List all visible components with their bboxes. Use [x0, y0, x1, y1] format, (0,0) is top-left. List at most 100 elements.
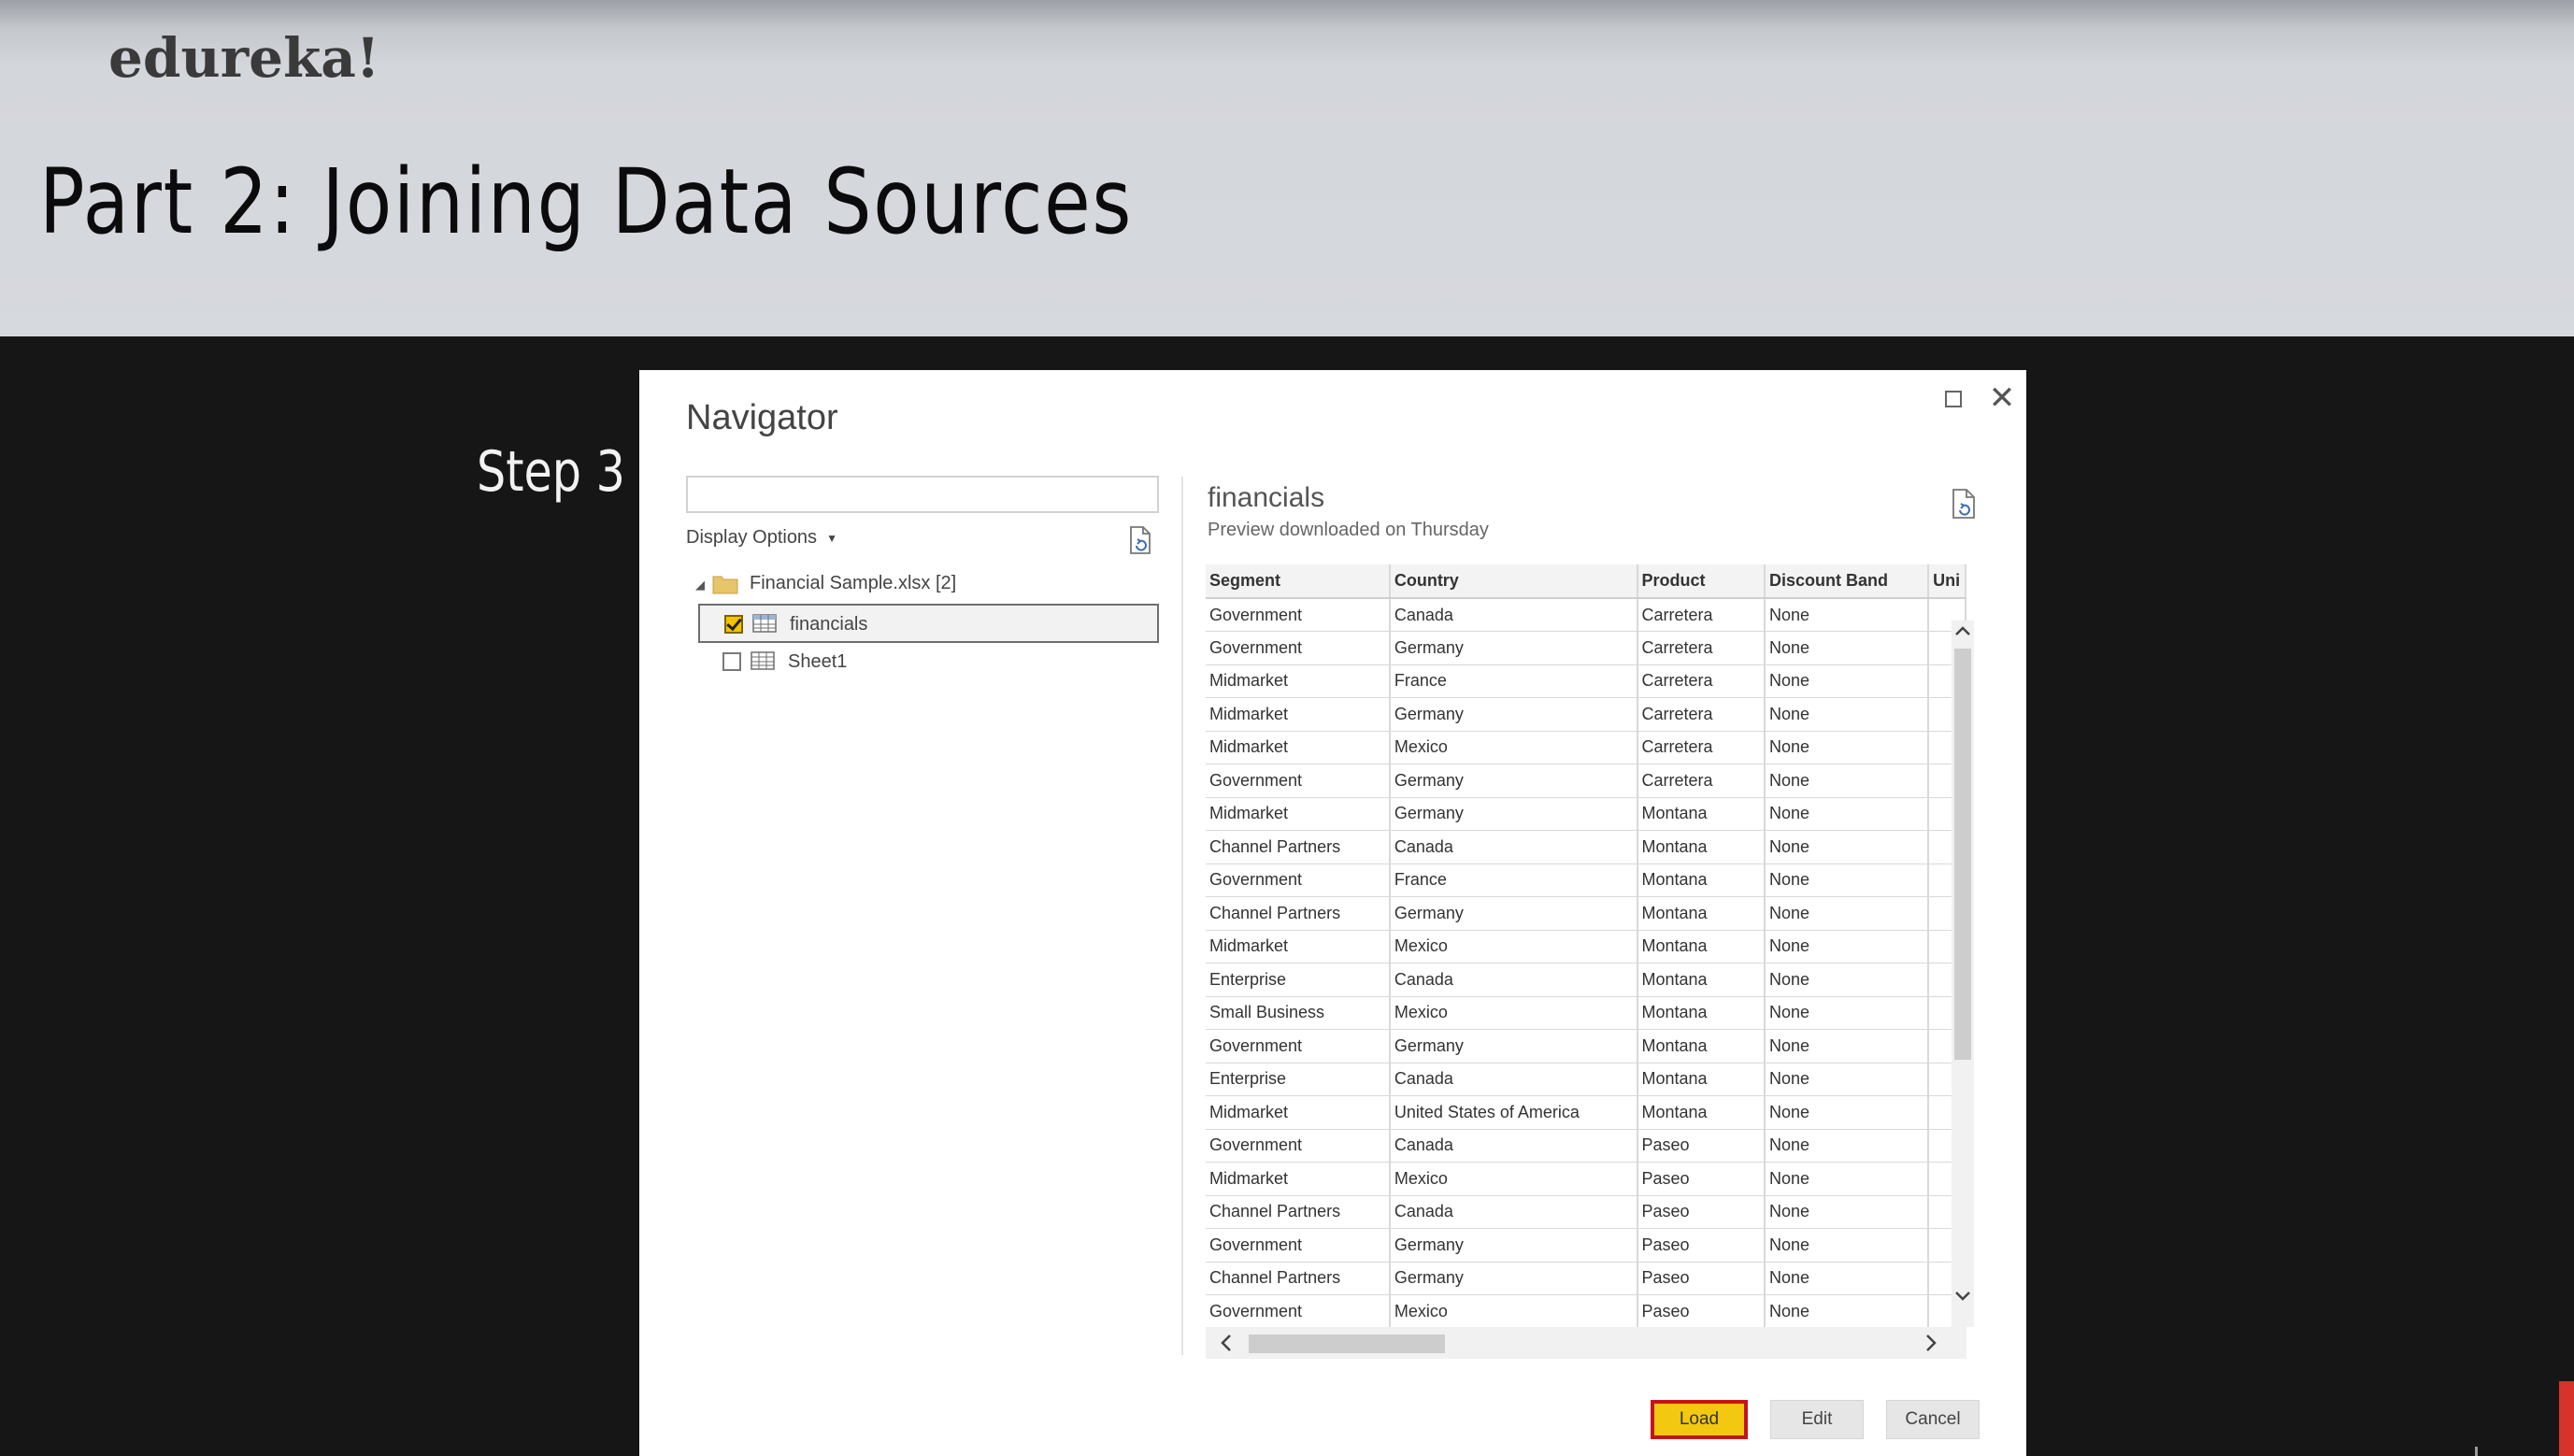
table-cell: None	[1765, 896, 1930, 931]
table-cell: Montana	[1637, 864, 1766, 897]
table-cell: Germany	[1389, 697, 1638, 732]
vertical-scrollbar[interactable]	[1952, 621, 1974, 1327]
slide-header: edureka! Part 2: Joining Data Sources	[0, 0, 2574, 336]
table-row: Government Germany Carretera None	[1206, 764, 1966, 798]
table-row: Channel Partners Canada Paseo None	[1206, 1195, 1966, 1229]
table-cell: Government	[1206, 764, 1391, 798]
table-row: Small Business Mexico Montana None	[1206, 996, 1966, 1030]
horizontal-scrollbar[interactable]	[1206, 1327, 1966, 1359]
tree-root-file[interactable]: ◢ Financial Sample.xlsx [2]	[695, 570, 1153, 600]
scroll-down-icon[interactable]	[1950, 1282, 1976, 1310]
table-cell: Midmarket	[1206, 697, 1391, 732]
table-cell: Carretera	[1637, 598, 1766, 632]
table-cell: Midmarket	[1206, 1095, 1391, 1130]
search-input[interactable]	[686, 476, 1159, 513]
display-options-label: Display Options	[686, 527, 818, 548]
table-cell: Small Business	[1206, 996, 1391, 1030]
table-cell: Montana	[1637, 830, 1766, 864]
tree-item-sheet1[interactable]: Sheet1	[698, 643, 1159, 682]
checkbox-sheet1[interactable]	[722, 652, 741, 671]
table-cell: Germany	[1389, 797, 1638, 831]
table-cell: Paseo	[1637, 1228, 1766, 1263]
table-cell: None	[1765, 598, 1930, 632]
pane-divider	[1181, 477, 1183, 1355]
table-cell: Paseo	[1637, 1162, 1766, 1196]
table-row: Government Canada Carretera None	[1206, 598, 1966, 632]
table-cell: Canada	[1389, 830, 1638, 864]
table-row: Enterprise Canada Montana None	[1206, 963, 1966, 997]
table-cell: France	[1389, 664, 1638, 698]
table-cell: Mexico	[1389, 1162, 1638, 1196]
table-cell: Montana	[1637, 930, 1766, 964]
table-row: Channel Partners Germany Montana None	[1206, 896, 1966, 931]
table-cell: Mexico	[1389, 731, 1638, 764]
checkbox-financials[interactable]	[724, 615, 743, 634]
table-row: Midmarket Mexico Paseo None	[1206, 1162, 1966, 1196]
column-header[interactable]: Discount Band	[1765, 564, 1930, 599]
table-cell: Montana	[1637, 963, 1766, 997]
table-cell: Germany	[1389, 1228, 1638, 1263]
tree-root-label: Financial Sample.xlsx [2]	[750, 573, 957, 593]
horizontal-scroll-thumb[interactable]	[1249, 1335, 1445, 1353]
scroll-left-icon[interactable]	[1209, 1327, 1243, 1359]
table-cell: Government	[1206, 1029, 1391, 1063]
table-cell: None	[1765, 830, 1930, 864]
folder-icon	[712, 576, 738, 594]
load-button[interactable]: Load	[1651, 1400, 1748, 1439]
refresh-preview-icon[interactable]	[1950, 488, 1978, 520]
table-cell: Government	[1206, 864, 1391, 897]
table-cell: Carretera	[1637, 764, 1766, 798]
table-row: Government Canada Paseo None	[1206, 1129, 1966, 1163]
table-cell: Mexico	[1389, 1294, 1638, 1329]
table-cell: Germany	[1389, 764, 1638, 798]
side-tab	[2559, 1381, 2574, 1456]
table-cell: Montana	[1637, 1095, 1766, 1130]
table-cell: Channel Partners	[1206, 1195, 1391, 1229]
column-header[interactable]: Uni	[1928, 564, 1966, 599]
table-cell: Montana	[1637, 896, 1766, 931]
refresh-icon[interactable]	[1127, 525, 1153, 555]
table-cell: Montana	[1637, 1029, 1766, 1063]
table-cell: None	[1765, 1228, 1930, 1263]
table-cell: Paseo	[1637, 1294, 1766, 1329]
table-cell: Carretera	[1637, 697, 1766, 732]
table-cell: Government	[1206, 598, 1391, 632]
table-cell: Germany	[1389, 631, 1638, 665]
tree-item-label: financials	[790, 614, 868, 635]
table-row: Government France Montana None	[1206, 864, 1966, 897]
table-cell: Germany	[1389, 1029, 1638, 1063]
table-cell: Germany	[1389, 1262, 1638, 1295]
corner-mark	[2475, 1447, 2478, 1456]
table-cell: None	[1765, 797, 1930, 831]
table-cell: None	[1765, 864, 1930, 897]
table-cell: None	[1765, 1294, 1930, 1329]
column-header[interactable]: Product	[1637, 564, 1766, 599]
preview-table: Segment Country Product Discount Band Uni Go…	[1206, 564, 1966, 1361]
table-cell: Montana	[1637, 1063, 1766, 1096]
tree-item-label: Sheet1	[788, 651, 848, 672]
maximize-icon[interactable]	[1935, 379, 1972, 417]
vertical-scroll-thumb[interactable]	[1954, 649, 1971, 1060]
table-cell: Midmarket	[1206, 664, 1391, 698]
edit-button[interactable]: Edit	[1770, 1400, 1864, 1439]
close-icon[interactable]: ✕	[1983, 379, 2021, 417]
column-header[interactable]: Country	[1389, 564, 1638, 599]
chevron-down-icon: ▼	[826, 531, 837, 545]
scroll-up-icon[interactable]	[1950, 617, 1976, 645]
table-cell: Carretera	[1637, 664, 1766, 698]
table-cell: United States of America	[1389, 1095, 1638, 1130]
display-options-dropdown[interactable]: Display Options ▼	[686, 527, 837, 549]
cancel-button[interactable]: Cancel	[1886, 1400, 1980, 1439]
table-cell: None	[1765, 1262, 1930, 1295]
column-header[interactable]: Segment	[1206, 564, 1391, 599]
dialog-title: Navigator	[686, 398, 838, 437]
table-cell: Paseo	[1637, 1262, 1766, 1295]
slide-title: Part 2: Joining Data Sources	[39, 150, 1134, 254]
table-row: Enterprise Canada Montana None	[1206, 1063, 1966, 1096]
table-cell: Canada	[1389, 1195, 1638, 1229]
expand-triangle-icon[interactable]: ◢	[695, 578, 705, 592]
scroll-right-icon[interactable]	[1914, 1327, 1948, 1359]
navigator-dialog: ✕ Navigator Display Options ▼ ◢ Financial…	[639, 370, 2026, 1456]
tree-item-financials[interactable]: financials	[698, 604, 1159, 643]
preview-grid: Segment Country Product Discount Band Uni Go…	[1206, 564, 1966, 1329]
